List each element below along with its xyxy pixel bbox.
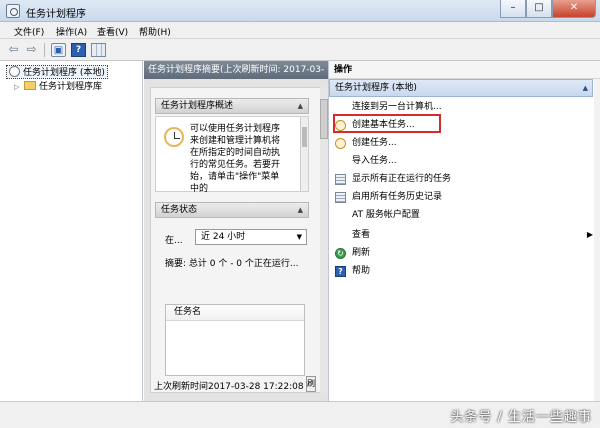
summary-pane: 任务计划程序摘要(上次刷新时间: 2017-03- 任务计划程序概述 ▲ 可以使… [144, 61, 328, 401]
tree-library-label: 任务计划程序库 [39, 82, 103, 92]
action-label: 查看 [352, 230, 371, 240]
menu-view[interactable]: 查看(V) [97, 25, 128, 38]
minimize-button[interactable]: – [500, 0, 526, 18]
action-label: 显示所有正在运行的任务 [352, 174, 452, 184]
actions-section-label: 任务计划程序 (本地) [335, 83, 417, 93]
refresh-icon: ↻ [335, 248, 346, 259]
status-summary: 摘要: 总计 0 个 - 0 个正在运行... [165, 259, 299, 269]
action-label: 帮助 [352, 266, 371, 276]
clock-icon [335, 138, 346, 149]
overview-scrollbar[interactable] [300, 117, 308, 191]
action-show-running-tasks[interactable]: 显示所有正在运行的任务 [331, 171, 581, 187]
action-refresh[interactable]: ↻ 刷新 [331, 245, 581, 261]
action-import-task[interactable]: 导入任务... [331, 153, 581, 169]
overview-box: 可以使用任务计划程序来创建和管理计算机将在所指定的时间自动执行的常见任务。若要开… [155, 116, 309, 194]
help-icon[interactable]: ? [71, 43, 86, 57]
action-at-service-config[interactable]: AT 服务帐户配置 [331, 207, 581, 223]
highlight-annotation [333, 114, 441, 133]
tree-root-label: 任务计划程序 (本地) [23, 68, 105, 78]
window-controls: – □ ✕ [500, 0, 596, 18]
title-bar: 任务计划程序 – □ ✕ [0, 0, 600, 22]
clock-icon [9, 66, 20, 77]
task-scheduler-icon [6, 4, 20, 18]
console-tree: 任务计划程序 (本地) ▷ 任务计划程序库 [0, 61, 143, 401]
clock-icon [164, 127, 184, 147]
chevron-down-icon: ▼ [296, 233, 302, 241]
action-connect-computer[interactable]: 连接到另一台计算机... [331, 99, 581, 115]
last-refresh-time: 上次刷新时间2017-03-28 17:22:08 [154, 382, 304, 392]
filter-label: 在... [165, 236, 183, 246]
console-tree-icon[interactable]: ▣ [51, 43, 66, 57]
toolbar: ⇦ ⇨ ▣ ? [0, 39, 600, 61]
help-icon: ? [335, 266, 346, 277]
watermark: 头条号 / 生活一些趣事 [450, 410, 592, 425]
submenu-arrow-icon: ▶ [586, 230, 593, 239]
refresh-button[interactable]: 刷 [306, 376, 316, 392]
task-list[interactable]: 任务名 [165, 304, 305, 376]
actions-section-header[interactable]: 任务计划程序 (本地) ▲ [329, 79, 593, 97]
close-button[interactable]: ✕ [552, 0, 596, 18]
folder-icon [24, 81, 36, 90]
actions-pane: 操作 任务计划程序 (本地) ▲ 连接到另一台计算机... 创建基本任务... … [328, 61, 600, 401]
time-filter-select[interactable]: 近 24 小时 ▼ [195, 229, 307, 245]
summary-header: 任务计划程序摘要(上次刷新时间: 2017-03- [144, 61, 328, 79]
toolbar-separator [44, 43, 45, 57]
summary-scrollbar[interactable] [320, 87, 328, 393]
action-help[interactable]: ? 帮助 [331, 263, 581, 279]
overview-text: 可以使用任务计划程序来创建和管理计算机将在所指定的时间自动执行的常见任务。若要开… [190, 124, 281, 194]
summary-content: 任务计划程序概述 ▲ 可以使用任务计划程序来创建和管理计算机将在所指定的时间自动… [150, 87, 322, 393]
action-label: 连接到另一台计算机... [352, 102, 442, 112]
actions-scrollbar[interactable] [594, 79, 600, 401]
back-arrow-icon[interactable]: ⇦ [6, 43, 21, 57]
action-label: 创建任务... [352, 138, 397, 148]
actions-title: 操作 [329, 61, 600, 79]
list-icon [335, 174, 346, 185]
action-view[interactable]: 查看 ▶ [331, 227, 593, 243]
time-filter-value: 近 24 小时 [201, 232, 246, 242]
action-label: 刷新 [352, 248, 371, 258]
column-header-task-name[interactable]: 任务名 [166, 305, 304, 321]
action-enable-history[interactable]: 启用所有任务历史记录 [331, 189, 581, 205]
menu-action[interactable]: 操作(A) [56, 25, 87, 38]
maximize-button[interactable]: □ [526, 0, 552, 18]
menu-bar: 文件(F) 操作(A) 查看(V) 帮助(H) [0, 22, 600, 39]
tree-item-root[interactable]: 任务计划程序 (本地) [6, 65, 108, 79]
action-create-task[interactable]: 创建任务... [331, 135, 581, 151]
status-bar: 头条号 / 生活一些趣事 [0, 401, 600, 428]
forward-arrow-icon[interactable]: ⇨ [24, 43, 39, 57]
action-label: 启用所有任务历史记录 [352, 192, 443, 202]
status-section-header[interactable]: 任务状态 ▲ [155, 202, 309, 218]
collapse-icon[interactable]: ▲ [298, 203, 303, 217]
collapse-icon[interactable]: ▲ [583, 80, 588, 96]
grid-icon[interactable] [91, 43, 106, 57]
overview-section-header[interactable]: 任务计划程序概述 ▲ [155, 98, 309, 114]
menu-file[interactable]: 文件(F) [14, 25, 44, 38]
tree-item-library[interactable]: ▷ 任务计划程序库 [14, 80, 102, 94]
collapse-icon[interactable]: ▲ [298, 99, 303, 113]
menu-help[interactable]: 帮助(H) [139, 25, 171, 38]
list-icon [335, 192, 346, 203]
action-label: 导入任务... [352, 156, 397, 166]
status-title: 任务状态 [161, 205, 198, 215]
window-title: 任务计划程序 [26, 9, 86, 20]
overview-title: 任务计划程序概述 [161, 101, 234, 111]
action-label: AT 服务帐户配置 [352, 210, 420, 220]
expand-icon[interactable]: ▷ [14, 80, 21, 94]
